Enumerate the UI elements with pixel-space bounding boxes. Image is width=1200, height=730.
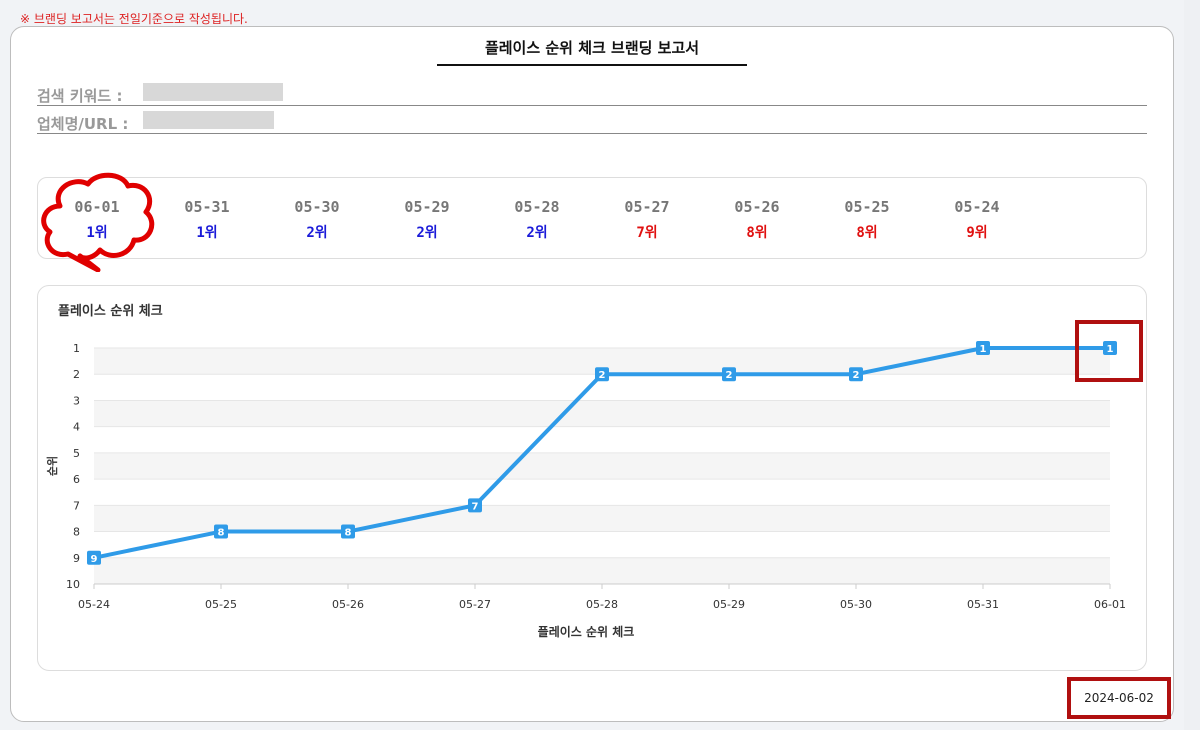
- rank-date: 06-01: [74, 198, 120, 216]
- company-label: 업체명/URL :: [37, 115, 129, 133]
- x-tick-label: 05-25: [205, 598, 237, 611]
- rank-date: 05-26: [734, 198, 780, 216]
- keyword-label: 검색 키워드 :: [37, 87, 123, 105]
- data-label: 2: [599, 370, 606, 381]
- x-axis-label: 플레이스 순위 체크: [538, 624, 635, 639]
- data-label: 9: [91, 554, 98, 565]
- y-tick-label: 7: [73, 499, 80, 512]
- data-label: 2: [726, 370, 733, 381]
- rank-date: 05-30: [294, 198, 340, 216]
- rank-value: 2위: [306, 225, 328, 241]
- rank-cell: 05-25 8위: [832, 198, 902, 242]
- report-card: 플레이스 순위 체크 브랜딩 보고서 검색 키워드 : 업체명/URL : 06…: [10, 26, 1174, 722]
- rank-date: 05-25: [844, 198, 890, 216]
- x-tick-label: 06-01: [1094, 598, 1126, 611]
- rank-value: 9위: [966, 225, 988, 241]
- y-tick-label: 5: [73, 447, 80, 460]
- rank-chart-box: 플레이스 순위 체크 1 2 3 4 5 6 7 8 9 10 05-24 05-25 05-26 05-…: [37, 285, 1147, 671]
- data-label: 8: [345, 528, 352, 539]
- x-tick-label: 05-26: [332, 598, 364, 611]
- rank-value: 2위: [416, 225, 438, 241]
- y-tick-label: 8: [73, 526, 80, 539]
- rank-date: 05-27: [624, 198, 670, 216]
- keyword-row: 검색 키워드 :: [37, 81, 1147, 106]
- rank-value: 8위: [856, 225, 878, 241]
- y-tick-label: 6: [73, 473, 80, 486]
- rank-value: 8위: [746, 225, 768, 241]
- keyword-redacted: [143, 83, 283, 101]
- x-tick-label: 05-24: [78, 598, 110, 611]
- data-label: 7: [472, 501, 479, 512]
- report-title: 플레이스 순위 체크 브랜딩 보고서: [437, 37, 747, 66]
- grid-band: [94, 452, 1110, 480]
- rank-date: 05-24: [954, 198, 1000, 216]
- grid-band: [94, 400, 1110, 427]
- rank-cell: 05-26 8위: [722, 198, 792, 242]
- report-date: 2024-06-02: [1084, 691, 1154, 705]
- x-tick-label: 05-29: [713, 598, 745, 611]
- rank-date: 05-28: [514, 198, 560, 216]
- rank-date: 05-29: [404, 198, 450, 216]
- rank-cell: 06-01 1위: [62, 198, 132, 242]
- rank-value: 7위: [636, 225, 658, 241]
- rank-value: 1위: [86, 225, 108, 241]
- data-label: 2: [853, 370, 860, 381]
- x-tick-label: 05-30: [840, 598, 872, 611]
- y-tick-label: 1: [73, 342, 80, 355]
- y-tick-label: 10: [66, 578, 80, 591]
- rank-cell: 05-28 2위: [502, 198, 572, 242]
- x-tick-label: 05-31: [967, 598, 999, 611]
- report-date-box: 2024-06-02: [1067, 677, 1171, 719]
- rank-value: 1위: [196, 225, 218, 241]
- data-label: 8: [218, 528, 225, 539]
- grid-band: [94, 557, 1110, 584]
- company-row: 업체명/URL :: [37, 109, 1147, 134]
- rank-value: 2위: [526, 225, 548, 241]
- rank-cell: 05-31 1위: [172, 198, 242, 242]
- page-scrollbar[interactable]: [1184, 0, 1200, 730]
- x-tick-label: 05-27: [459, 598, 491, 611]
- y-tick-label: 9: [73, 552, 80, 565]
- company-redacted: [143, 111, 274, 129]
- y-axis-label: 순위: [46, 456, 59, 476]
- rank-history-box: 06-01 1위 05-31 1위 05-30 2위 05-29 2위 05-28 2위 05-27…: [37, 172, 1147, 272]
- rank-cell: 05-24 9위: [942, 198, 1012, 242]
- data-label: 1: [1107, 344, 1114, 355]
- y-tick-label: 3: [73, 394, 80, 407]
- x-tick-label: 05-28: [586, 598, 618, 611]
- rank-cell: 05-29 2위: [392, 198, 462, 242]
- rank-cell: 05-27 7위: [612, 198, 682, 242]
- notice-text: ※ 브랜딩 보고서는 전일기준으로 작성됩니다.: [20, 12, 248, 26]
- rank-date: 05-31: [184, 198, 230, 216]
- rank-line-chart: 1 2 3 4 5 6 7 8 9 10 05-24 05-25 05-26 05-27 05-28 05-2…: [46, 320, 1143, 639]
- grid-band: [94, 505, 1110, 532]
- data-label: 1: [980, 344, 987, 355]
- y-tick-label: 4: [73, 421, 80, 434]
- y-tick-label: 2: [73, 368, 80, 381]
- rank-cell: 05-30 2위: [282, 198, 352, 242]
